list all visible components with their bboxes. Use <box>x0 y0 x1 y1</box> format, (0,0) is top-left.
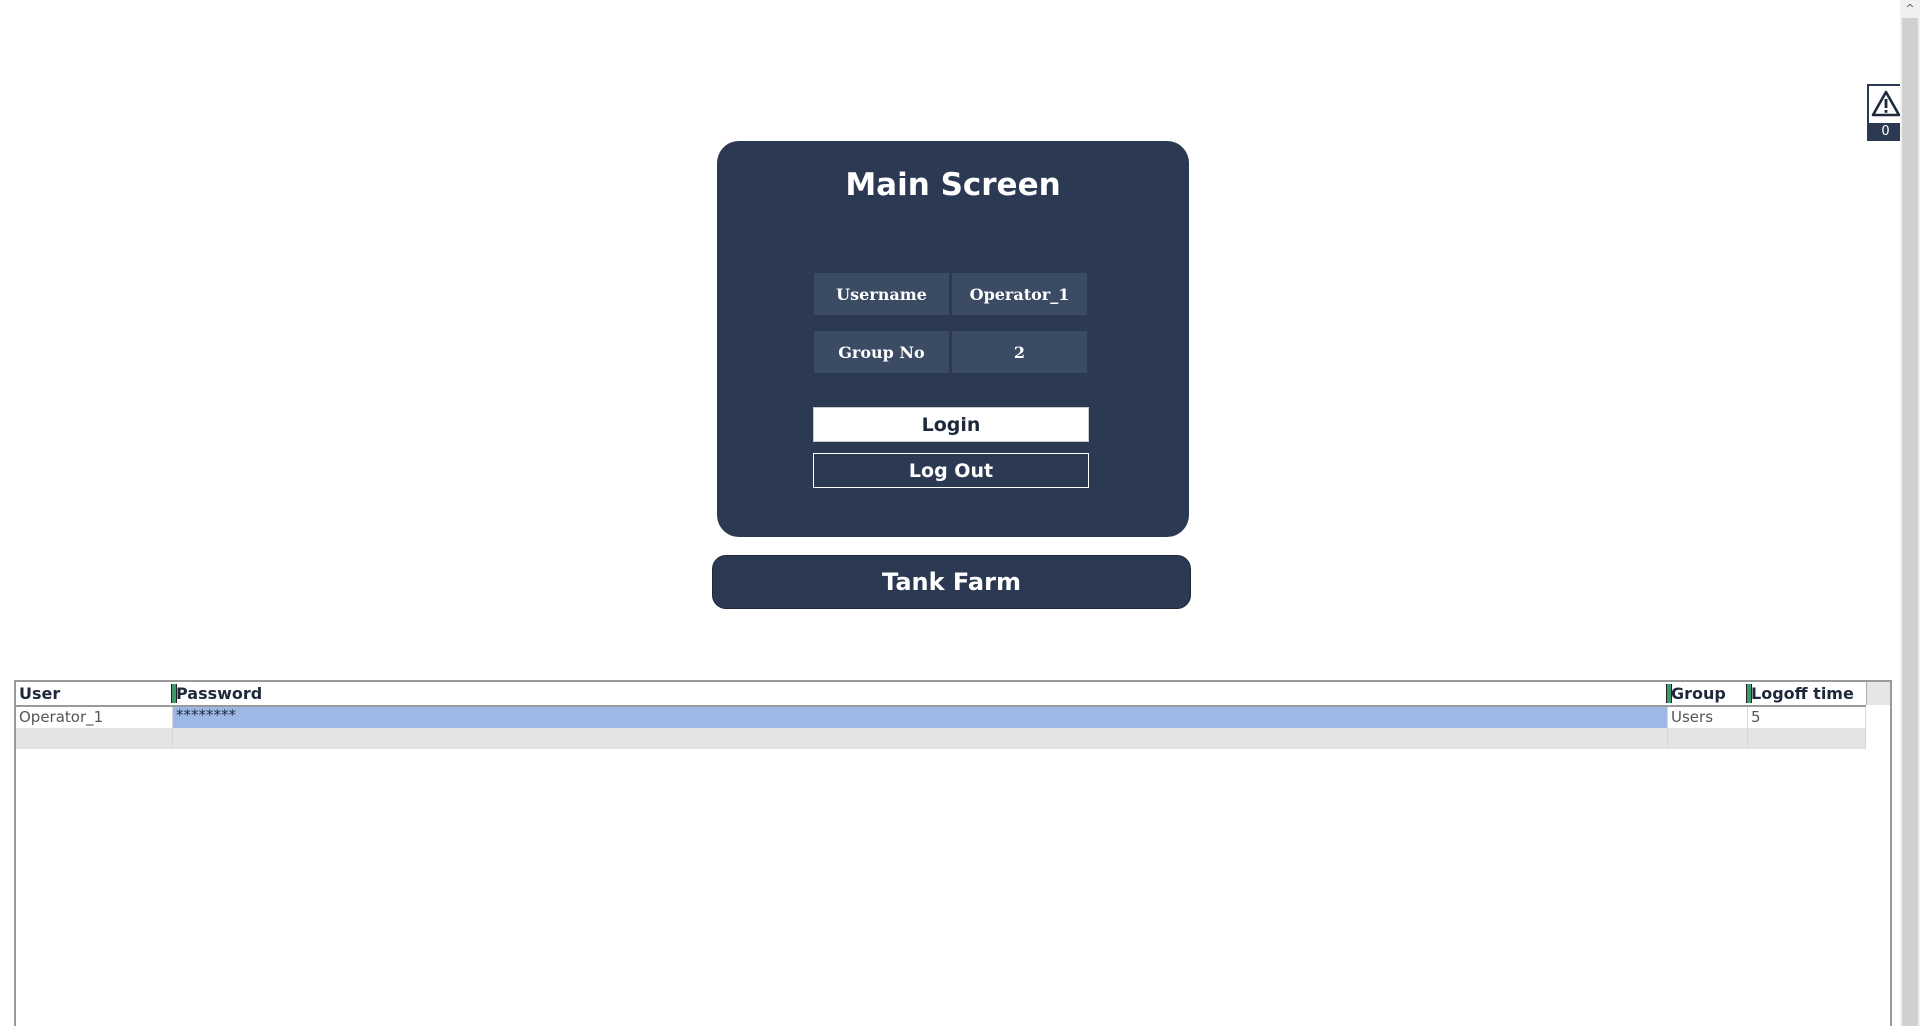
table-header: User Password Group Logoff time <box>16 682 1866 707</box>
cell-password[interactable]: ******** <box>173 707 1668 728</box>
cell-group[interactable] <box>1668 728 1748 749</box>
column-resize-handle[interactable] <box>1746 684 1752 703</box>
scroll-thumb[interactable] <box>1902 18 1918 1026</box>
table-row[interactable]: Operator_1 ******** Users 5 <box>16 707 1866 728</box>
login-button[interactable]: Login <box>813 407 1089 442</box>
logout-button[interactable]: Log Out <box>813 453 1089 488</box>
scroll-up-arrow[interactable]: ^ <box>1900 0 1920 17</box>
tank-farm-button[interactable]: Tank Farm <box>712 555 1191 609</box>
username-value: Operator_1 <box>952 273 1087 315</box>
username-label: Username <box>814 273 949 315</box>
cell-group[interactable]: Users <box>1668 707 1748 728</box>
group-number-label: Group No <box>814 331 949 373</box>
alarm-count: 0 <box>1867 123 1904 141</box>
hmi-screen: Main Screen Username Operator_1 Group No… <box>0 0 1920 1026</box>
group-number-value: 2 <box>952 331 1087 373</box>
cell-password[interactable] <box>173 728 1668 749</box>
column-resize-handle[interactable] <box>1666 684 1672 703</box>
cell-logoff-time[interactable] <box>1748 728 1866 749</box>
column-resize-handle[interactable] <box>171 684 177 703</box>
table-row-new[interactable] <box>16 728 1866 749</box>
vertical-scrollbar[interactable]: ^ <box>1900 0 1920 1026</box>
cell-logoff-time[interactable]: 5 <box>1748 707 1866 728</box>
user-admin-table: User Password Group Logoff time Operator… <box>14 680 1892 1026</box>
warning-triangle-icon <box>1871 90 1901 117</box>
cell-user[interactable]: Operator_1 <box>16 707 173 728</box>
column-header-logoff-time[interactable]: Logoff time <box>1748 682 1866 705</box>
alarm-indicator-button[interactable]: 0 <box>1867 84 1904 141</box>
main-panel: Main Screen Username Operator_1 Group No… <box>717 141 1189 537</box>
cell-user[interactable] <box>16 728 173 749</box>
table-header-corner <box>1866 682 1890 705</box>
column-header-group[interactable]: Group <box>1668 682 1748 705</box>
column-header-password[interactable]: Password <box>173 682 1668 705</box>
column-header-user[interactable]: User <box>16 682 173 705</box>
page-title: Main Screen <box>845 167 1061 203</box>
